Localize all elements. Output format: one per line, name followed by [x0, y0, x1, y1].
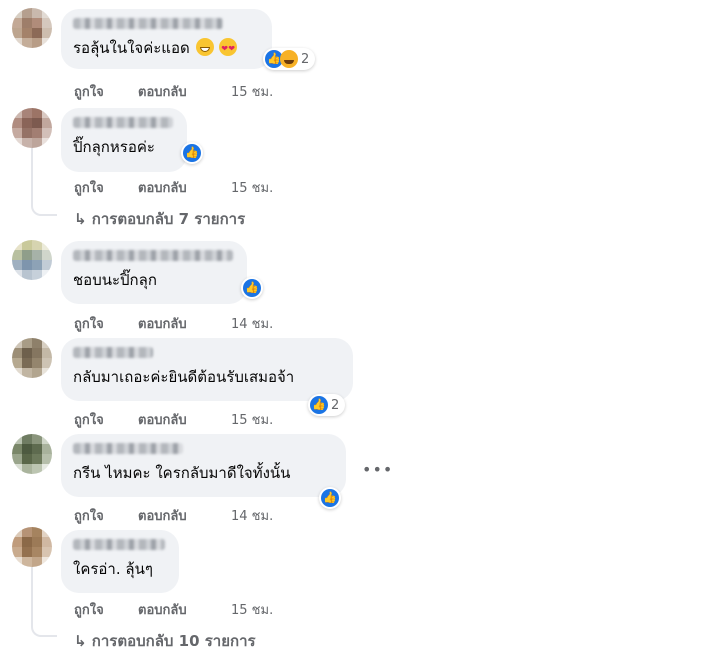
avatar[interactable] — [12, 240, 52, 280]
reply-arrow-icon: ↳ — [74, 210, 92, 228]
comment-actions: ถูกใจ ตอบกลับ 15 ชม. — [74, 81, 273, 102]
like-link[interactable]: ถูกใจ — [74, 177, 138, 198]
author-name[interactable] — [73, 18, 223, 29]
like-reaction-icon: 👍 — [310, 396, 328, 414]
timestamp[interactable]: 14 ชม. — [231, 505, 273, 526]
heart-eyes-emoji-icon — [219, 38, 238, 59]
reaction-count: 2 — [331, 397, 340, 413]
like-link[interactable]: ถูกใจ — [74, 81, 138, 102]
reply-link[interactable]: ตอบกลับ — [138, 177, 231, 198]
comment-bubble: กลับมาเถอะค่ะยินดีต้อนรับเสมอจ้า — [61, 338, 353, 401]
reaction-summary[interactable]: 👍 — [181, 142, 203, 164]
more-options-icon[interactable]: ••• — [362, 460, 393, 479]
reply-link[interactable]: ตอบกลับ — [138, 505, 231, 526]
sad-reaction-icon — [280, 50, 298, 68]
replies-count-text: การตอบกลับ 10 รายการ — [91, 632, 256, 650]
comment-text: รอลุ้นในใจค่ะแอด — [73, 38, 260, 59]
comment-text: ชอบนะปิ๊กลุก — [73, 271, 157, 289]
comment-actions: ถูกใจ ตอบกลับ 14 ชม. — [74, 313, 273, 334]
comment-text: กลับมาเถอะค่ะยินดีต้อนรับเสมอจ้า — [73, 368, 295, 386]
comment-text: กรีน ไหมคะ ใครกลับมาดีใจทั้งนั้น — [73, 464, 291, 482]
author-name[interactable] — [73, 443, 183, 454]
comment-bubble: รอลุ้นในใจค่ะแอด — [61, 9, 272, 69]
avatar[interactable] — [12, 8, 52, 48]
view-replies-link[interactable]: ↳ การตอบกลับ 10 รายการ — [74, 629, 256, 653]
reply-arrow-icon: ↳ — [74, 632, 92, 650]
reply-link[interactable]: ตอบกลับ — [138, 599, 231, 620]
like-link[interactable]: ถูกใจ — [74, 409, 138, 430]
comment-text-content: รอลุ้นในใจค่ะแอด — [73, 39, 190, 57]
avatar[interactable] — [12, 434, 52, 474]
thread-curve — [31, 200, 57, 216]
comment-bubble: กรีน ไหมคะ ใครกลับมาดีใจทั้งนั้น — [61, 434, 346, 497]
author-name[interactable] — [73, 347, 153, 358]
comment-bubble: ใครอ่า. ลุ้นๆ — [61, 530, 179, 593]
comment-bubble: ชอบนะปิ๊กลุก — [61, 241, 247, 304]
author-name[interactable] — [73, 539, 165, 550]
comment-actions: ถูกใจ ตอบกลับ 15 ชม. — [74, 177, 273, 198]
like-reaction-icon: 👍 — [183, 144, 201, 162]
timestamp[interactable]: 15 ชม. — [231, 81, 273, 102]
comment-actions: ถูกใจ ตอบกลับ 14 ชม. — [74, 505, 273, 526]
like-link[interactable]: ถูกใจ — [74, 313, 138, 334]
like-reaction-icon: 👍 — [321, 489, 339, 507]
reply-link[interactable]: ตอบกลับ — [138, 81, 231, 102]
reply-link[interactable]: ตอบกลับ — [138, 409, 231, 430]
avatar[interactable] — [12, 108, 52, 148]
thread-line — [31, 566, 33, 621]
author-name[interactable] — [73, 250, 233, 261]
avatar[interactable] — [12, 338, 52, 378]
replies-count-text: การตอบกลับ 7 รายการ — [91, 210, 246, 228]
reaction-count: 2 — [301, 51, 310, 67]
author-name[interactable] — [73, 117, 173, 128]
like-reaction-icon: 👍 — [243, 279, 261, 297]
comment-actions: ถูกใจ ตอบกลับ 15 ชม. — [74, 599, 273, 620]
comment-text: ใครอ่า. ลุ้นๆ — [73, 560, 153, 578]
comment-bubble: ปิ๊กลุกหรอค่ะ — [61, 108, 187, 172]
comment-text: ปิ๊กลุกหรอค่ะ — [73, 138, 155, 156]
reply-link[interactable]: ตอบกลับ — [138, 313, 231, 334]
like-link[interactable]: ถูกใจ — [74, 599, 138, 620]
like-link[interactable]: ถูกใจ — [74, 505, 138, 526]
timestamp[interactable]: 15 ชม. — [231, 599, 273, 620]
reaction-summary[interactable]: 👍 2 — [308, 394, 346, 416]
grinning-emoji-icon — [195, 38, 214, 56]
thread-line — [31, 145, 33, 200]
timestamp[interactable]: 15 ชม. — [231, 409, 273, 430]
reaction-summary[interactable]: 👍 2 — [263, 48, 316, 70]
view-replies-link[interactable]: ↳ การตอบกลับ 7 รายการ — [74, 207, 245, 231]
avatar[interactable] — [12, 527, 52, 567]
thread-curve — [31, 621, 57, 637]
timestamp[interactable]: 15 ชม. — [231, 177, 273, 198]
reaction-summary[interactable]: 👍 — [319, 487, 341, 509]
reaction-summary[interactable]: 👍 — [241, 277, 263, 299]
timestamp[interactable]: 14 ชม. — [231, 313, 273, 334]
comment-actions: ถูกใจ ตอบกลับ 15 ชม. — [74, 409, 273, 430]
